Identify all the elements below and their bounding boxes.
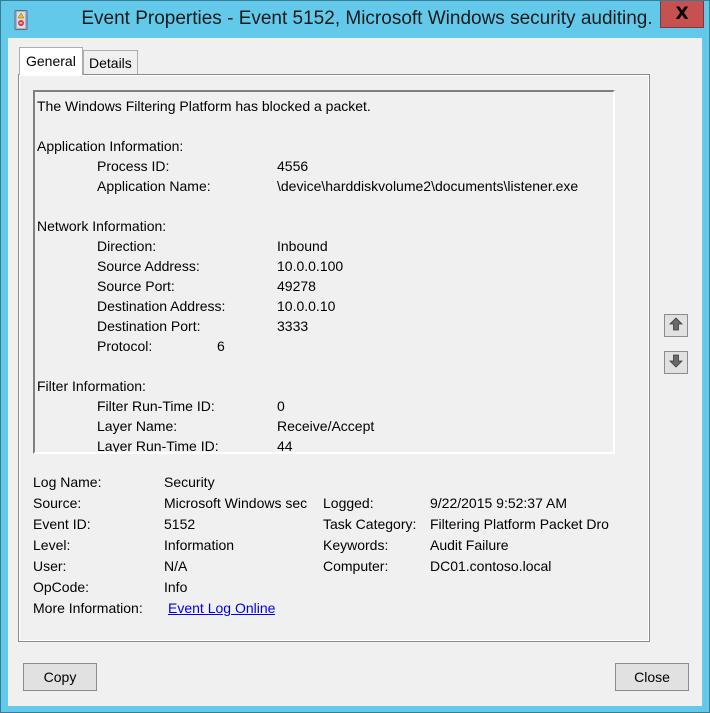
meta-label-level: Level: (33, 537, 71, 553)
field-value-source-port: 49278 (277, 278, 316, 294)
meta-value-log-name: Security (164, 474, 215, 490)
field-key-destination-address: Destination Address: (97, 298, 226, 314)
section-heading-network: Network Information: (37, 218, 167, 234)
meta-label-computer: Computer: (323, 558, 389, 574)
field-value-destination-address: 10.0.0.10 (277, 298, 336, 314)
meta-value-user: N/A (164, 558, 188, 574)
meta-label-keywords: Keywords: (323, 537, 389, 553)
meta-value-computer: DC01.contoso.local (430, 558, 552, 574)
general-tab-panel: The Windows Filtering Platform has block… (18, 74, 650, 642)
close-icon: X (675, 4, 689, 24)
field-value-protocol: 6 (217, 338, 225, 354)
field-key-application-name: Application Name: (97, 178, 211, 194)
meta-label-more-information: More Information: (33, 600, 143, 616)
arrow-up-icon (669, 317, 683, 334)
meta-label-logged: Logged: (323, 495, 374, 511)
event-properties-window: Event Properties - Event 5152, Microsoft… (0, 0, 710, 713)
field-key-source-port: Source Port: (97, 278, 175, 294)
field-value-filter-runtime-id: 0 (277, 398, 285, 414)
field-key-source-address: Source Address: (97, 258, 200, 274)
field-value-layer-runtime-id: 44 (277, 438, 293, 454)
meta-label-log-name: Log Name: (33, 474, 102, 490)
window-close-button[interactable]: X (660, 1, 704, 28)
field-key-protocol: Protocol: (97, 338, 153, 354)
event-description-box[interactable]: The Windows Filtering Platform has block… (33, 90, 615, 454)
field-value-destination-port: 3333 (277, 318, 309, 334)
meta-label-event-id: Event ID: (33, 516, 91, 532)
meta-value-event-id: 5152 (164, 516, 196, 532)
meta-value-opcode: Info (164, 579, 188, 595)
field-key-layer-name: Layer Name: (97, 418, 178, 434)
window-title: Event Properties - Event 5152, Microsoft… (81, 8, 653, 29)
field-key-direction: Direction: (97, 238, 157, 254)
meta-value-level: Information (164, 537, 235, 553)
section-heading-application: Application Information: (37, 138, 184, 154)
arrow-down-icon (669, 354, 683, 371)
field-value-process-id: 4556 (277, 158, 309, 174)
close-button[interactable]: Close (615, 663, 689, 691)
event-log-online-link[interactable]: Event Log Online (168, 598, 275, 619)
tab-details[interactable]: Details (83, 50, 138, 75)
field-value-layer-name: Receive/Accept (277, 418, 375, 434)
meta-value-task-category: Filtering Platform Packet Dro (430, 516, 609, 532)
dialog-client-area: General Details The Windows Filtering Pl… (8, 38, 702, 706)
meta-label-task-category: Task Category: (323, 516, 417, 532)
field-key-filter-runtime-id: Filter Run-Time ID: (97, 398, 215, 414)
field-key-layer-runtime-id: Layer Run-Time ID: (97, 438, 219, 454)
meta-label-opcode: OpCode: (33, 579, 90, 595)
tab-general[interactable]: General (19, 47, 83, 75)
section-heading-filter: Filter Information: (37, 378, 146, 394)
field-value-source-address: 10.0.0.100 (277, 258, 344, 274)
field-key-destination-port: Destination Port: (97, 318, 201, 334)
meta-label-source: Source: (33, 495, 82, 511)
next-event-button[interactable] (664, 351, 688, 374)
meta-label-user: User: (33, 558, 67, 574)
meta-value-keywords: Audit Failure (430, 537, 509, 553)
meta-value-logged: 9/22/2015 9:52:37 AM (430, 495, 567, 511)
field-value-direction: Inbound (277, 238, 328, 254)
field-key-process-id: Process ID: (97, 158, 170, 174)
meta-value-source: Microsoft Windows sec (164, 495, 308, 511)
field-value-application-name: \device\harddiskvolume2\documents\listen… (277, 178, 579, 194)
description-summary: The Windows Filtering Platform has block… (37, 98, 371, 114)
copy-button[interactable]: Copy (23, 663, 97, 691)
previous-event-button[interactable] (664, 314, 688, 337)
